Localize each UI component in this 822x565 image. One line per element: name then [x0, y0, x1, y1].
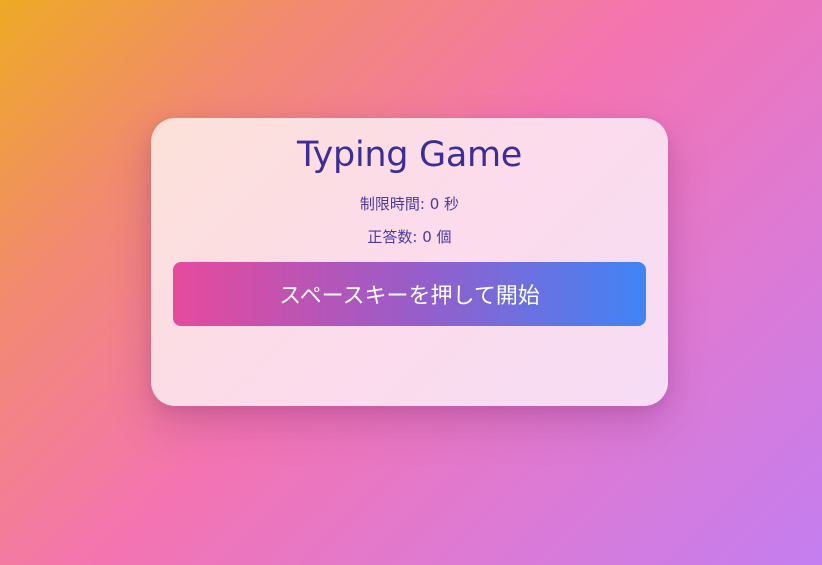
start-button[interactable]: スペースキーを押して開始: [173, 262, 646, 326]
correct-count-text: 正答数: 0 個: [367, 228, 452, 246]
game-title: Typing Game: [296, 135, 522, 175]
game-card: Typing Game 制限時間: 0 秒 正答数: 0 個 スペースキーを押し…: [151, 118, 668, 406]
time-limit-text: 制限時間: 0 秒: [359, 195, 460, 213]
